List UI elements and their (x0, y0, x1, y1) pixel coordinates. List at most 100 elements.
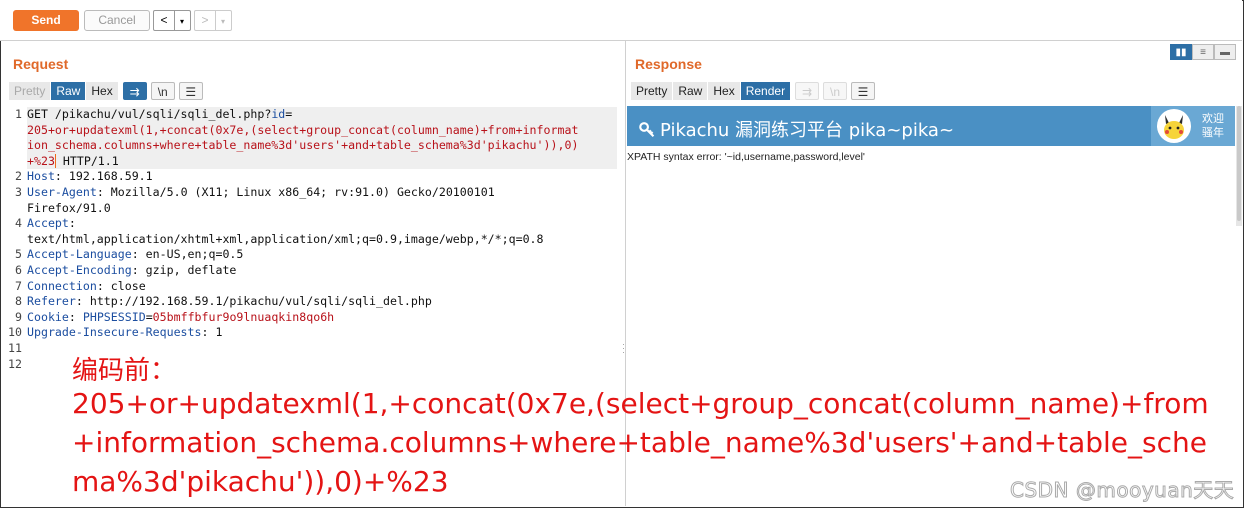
code-token: ion_schema.columns+where+table_name%3d'u… (27, 138, 579, 153)
rendered-header: Pikachu 漏洞练习平台 pika~pika~ 欢迎 骚年 (627, 106, 1235, 146)
line-number: 10 (8, 325, 22, 340)
line-number: 12 (8, 356, 22, 371)
code-token: : gzip, deflate (131, 263, 237, 277)
code-token: : 192.168.59.1 (54, 169, 153, 184)
site-title: Pikachu 漏洞练习平台 pika~pika~ (660, 120, 955, 141)
forward-arrow-icon[interactable]: > (195, 11, 216, 30)
code-token: Accept (27, 216, 69, 231)
code-line[interactable]: Accept: (27, 216, 617, 232)
code-token: 205+or+updatexml(1,+concat(0x7e,(select+… (27, 122, 579, 137)
welcome-box: 欢迎 骚年 (1151, 106, 1235, 146)
code-line[interactable]: +%23 HTTP/1.1 (27, 153, 617, 170)
code-line[interactable]: GET /pikachu/vul/sqli/sqli_del.php?id= (27, 107, 617, 123)
code-token: Accept-Encoding (27, 263, 132, 277)
code-line[interactable]: Cookie: PHPSESSID=05bmffbfur9o9lnuaqkin8… (27, 310, 617, 326)
code-line[interactable]: Host: 192.168.59.1 (27, 169, 617, 185)
code-line[interactable]: text/html,application/xhtml+xml,applicat… (27, 232, 617, 248)
line-number: 5 (15, 247, 22, 262)
code-token: text/html,application/xhtml+xml,applicat… (27, 231, 544, 246)
send-button[interactable]: Send (13, 10, 79, 31)
code-token: Host (27, 169, 55, 184)
code-line[interactable]: ion_schema.columns+where+table_name%3d'u… (27, 138, 617, 154)
line-number: 6 (15, 263, 22, 277)
annotation-line-2: +information_schema.columns+where+table_… (72, 426, 1207, 459)
code-line[interactable]: Upgrade-Insecure-Requests: 1 (27, 325, 617, 341)
tab-pretty[interactable]: Pretty (9, 82, 52, 100)
line-number: 1 (15, 107, 22, 121)
cancel-button[interactable]: Cancel (84, 10, 150, 31)
menu-icon[interactable]: ☰ (851, 82, 876, 100)
annotation-heading: 编码前： (72, 356, 177, 386)
line-number: 9 (15, 309, 22, 324)
split-columns-icon[interactable]: ▮▮ (1170, 44, 1192, 60)
code-token: GET /pikachu/vul/sqli/sqli_del.php? (27, 107, 272, 121)
code-token: = (145, 309, 153, 324)
code-token: : http://192.168.59.1/pikachu/vul/sqli/s… (75, 294, 432, 309)
scroll-thumb[interactable] (1237, 106, 1241, 221)
code-line[interactable]: Firefox/91.0 (27, 201, 617, 217)
tab-hex[interactable]: Hex (708, 82, 741, 100)
code-token: Connection (27, 278, 97, 293)
code-line[interactable]: User-Agent: Mozilla/5.0 (X11; Linux x86_… (27, 185, 617, 201)
layout-toggle: ▮▮ ≡ ▬ (1170, 44, 1236, 60)
code-token: : 1 (201, 325, 223, 340)
code-token: +%23 (27, 153, 56, 168)
code-token: Referer (27, 294, 76, 309)
request-title: Request (13, 56, 69, 72)
code-token: 05bmffbfur9o9lnuaqkin8qo6h (152, 309, 335, 324)
request-tabs: Pretty Raw Hex ⇉ \n ☰ (9, 82, 203, 100)
code-token: = (285, 107, 293, 121)
pikachu-avatar (1157, 109, 1191, 143)
line-number: 3 (15, 185, 22, 199)
tab-render[interactable]: Render (740, 82, 792, 100)
forward-nav-group[interactable]: > ▾ (194, 10, 232, 31)
line-number: 11 (8, 341, 22, 355)
code-token: : (68, 216, 76, 231)
code-line[interactable]: Accept-Language: en-US,en;q=0.5 (27, 247, 617, 263)
code-line[interactable]: Connection: close (27, 279, 617, 295)
code-line[interactable]: Accept-Encoding: gzip, deflate (27, 263, 617, 279)
tab-hex[interactable]: Hex (86, 82, 119, 100)
back-arrow-icon[interactable]: < (154, 11, 175, 30)
wrap-lines-icon[interactable]: ⇉ (122, 82, 147, 100)
tab-raw[interactable]: Raw (673, 82, 709, 100)
line-number: 4 (15, 216, 22, 231)
show-newlines-toggle[interactable]: \n (823, 82, 848, 100)
welcome-text: 欢迎 骚年 (1202, 113, 1224, 139)
show-newlines-toggle[interactable]: \n (150, 82, 175, 100)
single-pane-icon[interactable]: ▬ (1214, 44, 1236, 60)
code-token: : Mozilla/5.0 (X11; Linux x86_64; rv:91.… (96, 185, 495, 199)
response-title: Response (635, 56, 702, 72)
tab-pretty[interactable]: Pretty (631, 82, 674, 100)
annotation-line-1: 205+or+updatexml(1,+concat(0x7e,(select+… (72, 387, 1209, 420)
key-icon (639, 122, 655, 138)
code-token: id (271, 107, 286, 121)
code-token: : (68, 309, 83, 324)
code-line[interactable]: Referer: http://192.168.59.1/pikachu/vul… (27, 294, 617, 310)
back-nav-group[interactable]: < ▾ (153, 10, 191, 31)
back-dropdown-icon[interactable]: ▾ (175, 12, 189, 31)
code-token: Upgrade-Insecure-Requests (27, 325, 202, 340)
watermark: CSDN @mooyuan天天 (1009, 478, 1235, 503)
response-tabs: Pretty Raw Hex Render ⇉ \n ☰ (631, 82, 876, 100)
code-token: HTTP/1.1 (55, 153, 119, 168)
line-number: 2 (15, 169, 22, 184)
drag-handle-icon[interactable]: · · · (622, 340, 628, 357)
line-number: 8 (15, 294, 22, 309)
tab-raw[interactable]: Raw (51, 82, 87, 100)
site-brand[interactable]: Pikachu 漏洞练习平台 pika~pika~ (639, 116, 954, 142)
line-number: 7 (15, 278, 22, 293)
wrap-lines-icon[interactable]: ⇉ (795, 82, 820, 100)
code-token: PHPSESSID (82, 309, 146, 324)
code-token: User-Agent (27, 185, 97, 199)
code-token: Accept-Language (27, 247, 132, 262)
menu-icon[interactable]: ☰ (178, 82, 203, 100)
code-line[interactable]: 205+or+updatexml(1,+concat(0x7e,(select+… (27, 122, 617, 139)
forward-dropdown-icon[interactable]: ▾ (216, 12, 230, 31)
response-scrollbar[interactable] (1236, 106, 1242, 226)
code-token: Firefox/91.0 (27, 200, 111, 215)
top-toolbar: Send Cancel < ▾ > ▾ (0, 0, 1242, 41)
split-rows-icon[interactable]: ≡ (1192, 44, 1214, 60)
code-token: Cookie (27, 309, 69, 324)
code-token: : en-US,en;q=0.5 (131, 247, 244, 262)
